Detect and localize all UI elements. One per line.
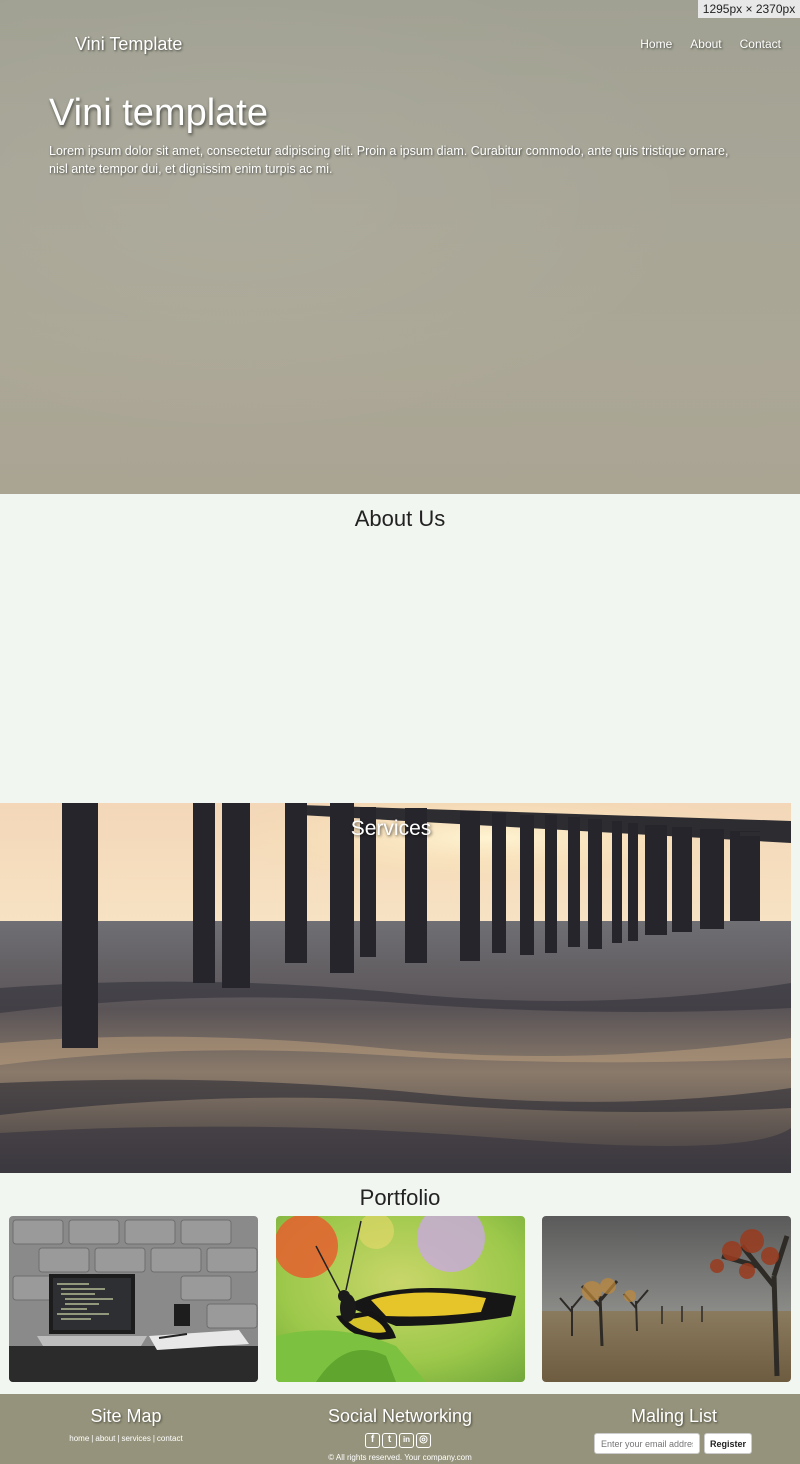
about-title: About Us xyxy=(354,506,446,531)
sitemap-title: Site Map xyxy=(90,1406,162,1426)
pier-sunset-photo xyxy=(0,803,791,1173)
mailing-title: Maling List xyxy=(630,1406,718,1426)
separator: | xyxy=(117,1434,120,1443)
portfolio-title: Portfolio xyxy=(359,1185,441,1210)
services-title: Services xyxy=(350,817,432,840)
facebook-icon[interactable]: f xyxy=(365,1433,380,1448)
nav-link-home[interactable]: Home xyxy=(640,37,672,51)
nav-link-contact[interactable]: Contact xyxy=(740,37,781,51)
main-nav: Home About Contact xyxy=(640,37,781,51)
copyright-text: © All rights reserved. Your company.com xyxy=(328,1453,472,1462)
hero-text: Lorem ipsum dolor sit amet, consectetur … xyxy=(49,144,729,176)
sitemap-link-services[interactable]: services xyxy=(121,1434,150,1443)
hero-section: Vini Template Home About Contact Vini te… xyxy=(0,0,800,494)
footer: Site Map home | about | services | contact Soc… xyxy=(0,1394,800,1464)
sitemap-link-home[interactable]: home xyxy=(69,1434,89,1443)
orchard-trees-photo xyxy=(542,1216,791,1382)
linkedin-icon[interactable]: in xyxy=(399,1433,414,1448)
email-field[interactable] xyxy=(594,1433,700,1454)
about-section: About Us xyxy=(0,494,800,803)
instagram-icon[interactable]: ◎ xyxy=(416,1433,431,1448)
dimensions-overlay: 1295px × 2370px xyxy=(698,0,800,18)
social-title: Social Networking xyxy=(327,1406,473,1426)
portfolio-section: Portfolio xyxy=(0,1173,800,1394)
sitemap-link-contact[interactable]: contact xyxy=(157,1434,183,1443)
sitemap-links: home | about | services | contact xyxy=(0,1434,252,1443)
sitemap-link-about[interactable]: about xyxy=(95,1434,115,1443)
register-button[interactable]: Register xyxy=(704,1433,752,1454)
hero-title: Vini template xyxy=(49,92,268,134)
portfolio-item-orchard[interactable] xyxy=(542,1216,791,1382)
portfolio-item-laptop[interactable] xyxy=(9,1216,258,1382)
portfolio-item-butterfly[interactable] xyxy=(276,1216,525,1382)
separator: | xyxy=(91,1434,94,1443)
separator: | xyxy=(152,1434,155,1443)
services-section: Services xyxy=(0,803,791,1173)
butterfly-photo xyxy=(276,1216,525,1382)
nav-link-about[interactable]: About xyxy=(690,37,721,51)
laptop-workspace-photo xyxy=(9,1216,258,1382)
twitter-icon[interactable]: t xyxy=(382,1433,397,1448)
social-icons: f t in ◎ xyxy=(365,1433,431,1448)
brand-link[interactable]: Vini Template xyxy=(75,34,182,55)
